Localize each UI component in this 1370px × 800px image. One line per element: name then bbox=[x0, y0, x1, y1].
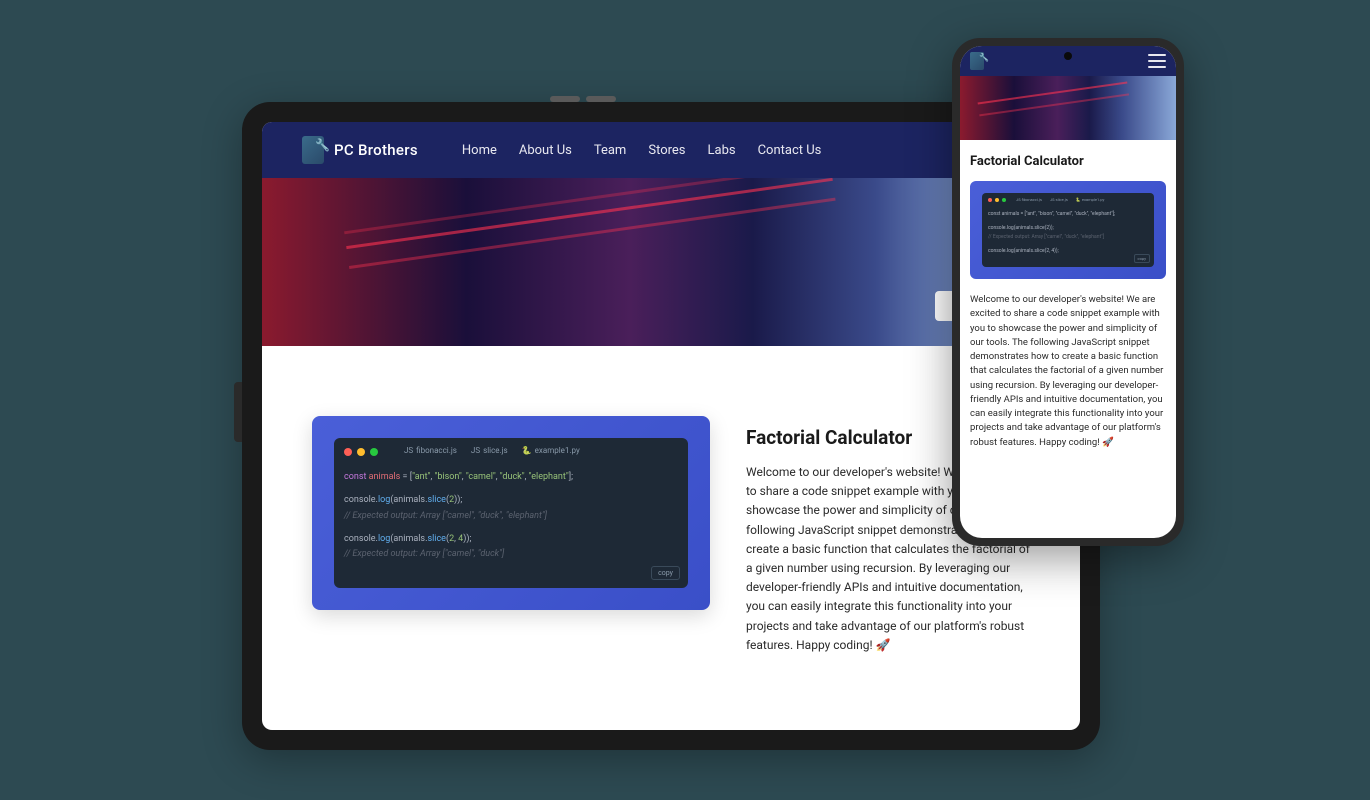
nav-labs[interactable]: Labs bbox=[708, 143, 736, 158]
mobile-content: Factorial Calculator JS fibonacci.js JS … bbox=[960, 140, 1176, 464]
brand-name: PC Brothers bbox=[334, 141, 418, 159]
copy-button[interactable]: copy bbox=[1134, 254, 1151, 263]
code-editor: JS fibonacci.js JS slice.js 🐍 example1.p… bbox=[982, 193, 1154, 267]
copy-button[interactable]: copy bbox=[651, 566, 680, 580]
nav-home[interactable]: Home bbox=[462, 143, 497, 158]
editor-tabs: JS fibonacci.js JS slice.js 🐍 example1.p… bbox=[1016, 197, 1104, 202]
tab-example[interactable]: 🐍 example1.py bbox=[522, 446, 580, 455]
maximize-dot-icon bbox=[370, 448, 378, 456]
tab-fibonacci[interactable]: JS fibonacci.js bbox=[1016, 197, 1042, 202]
page-title: Factorial Calculator bbox=[970, 154, 1166, 169]
logo-icon bbox=[302, 136, 324, 164]
nav-links: Home About Us Team Stores Labs Contact U… bbox=[462, 143, 822, 158]
nav-contact[interactable]: Contact Us bbox=[758, 143, 822, 158]
nav-about[interactable]: About Us bbox=[519, 143, 572, 158]
tablet-volume-button bbox=[550, 96, 580, 102]
code-content: const animals = ["ant", "bison", "camel"… bbox=[344, 470, 678, 562]
phone-device-frame: Factorial Calculator JS fibonacci.js JS … bbox=[952, 38, 1184, 546]
hamburger-menu-icon[interactable] bbox=[1148, 54, 1166, 68]
mobile-navbar bbox=[960, 46, 1176, 76]
close-dot-icon bbox=[988, 198, 992, 202]
tab-slice[interactable]: JS slice.js bbox=[471, 446, 508, 455]
editor-tabs: JS fibonacci.js JS slice.js 🐍 example1.p… bbox=[404, 446, 580, 455]
tab-fibonacci[interactable]: JS fibonacci.js bbox=[404, 446, 457, 455]
phone-screen: Factorial Calculator JS fibonacci.js JS … bbox=[960, 46, 1176, 538]
code-editor: JS fibonacci.js JS slice.js 🐍 example1.p… bbox=[334, 438, 688, 588]
close-dot-icon bbox=[344, 448, 352, 456]
tablet-volume-button bbox=[586, 96, 616, 102]
nav-stores[interactable]: Stores bbox=[648, 143, 685, 158]
maximize-dot-icon bbox=[1002, 198, 1006, 202]
code-snippet-card: JS fibonacci.js JS slice.js 🐍 example1.p… bbox=[970, 181, 1166, 279]
code-content: const animals = ["ant", "bison", "camel"… bbox=[988, 210, 1148, 256]
tab-slice[interactable]: JS slice.js bbox=[1050, 197, 1068, 202]
minimize-dot-icon bbox=[357, 448, 365, 456]
code-snippet-card: JS fibonacci.js JS slice.js 🐍 example1.p… bbox=[312, 416, 710, 610]
minimize-dot-icon bbox=[995, 198, 999, 202]
tab-example[interactable]: 🐍 example1.py bbox=[1076, 197, 1105, 202]
hero-image bbox=[960, 76, 1176, 140]
brand-logo[interactable]: PC Brothers bbox=[302, 136, 418, 164]
nav-team[interactable]: Team bbox=[594, 143, 627, 158]
logo-icon[interactable] bbox=[970, 52, 984, 70]
page-description: Welcome to our developer's website! We a… bbox=[970, 293, 1166, 450]
